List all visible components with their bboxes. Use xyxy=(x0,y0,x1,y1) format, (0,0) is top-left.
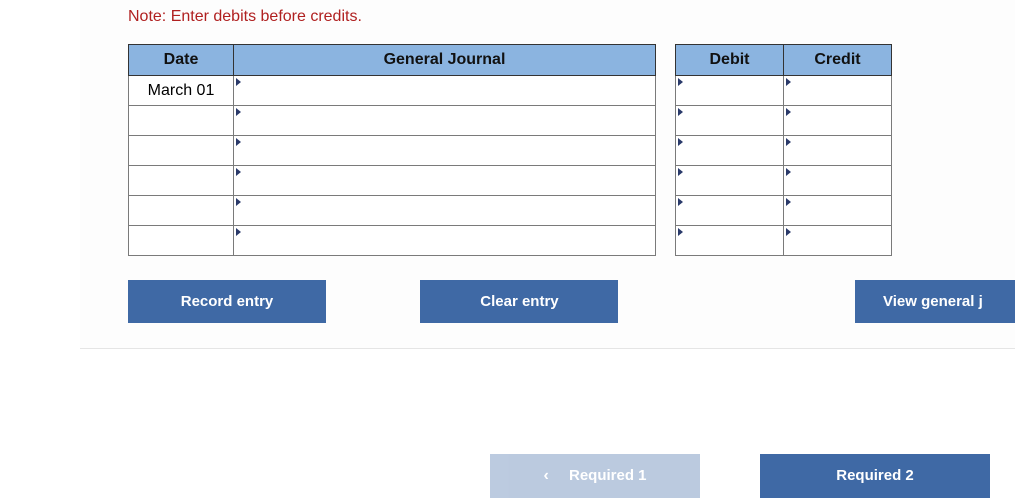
header-spacer xyxy=(656,45,676,76)
dropdown-indicator-icon xyxy=(236,198,241,206)
header-date: Date xyxy=(129,45,234,76)
credit-cell[interactable] xyxy=(784,76,892,106)
general-journal-cell[interactable] xyxy=(234,196,656,226)
date-cell[interactable] xyxy=(129,226,234,256)
journal-table: Date General Journal Debit Credit March … xyxy=(128,44,892,256)
dropdown-indicator-icon xyxy=(786,228,791,236)
dropdown-indicator-icon xyxy=(786,168,791,176)
table-header-row: Date General Journal Debit Credit xyxy=(129,45,892,76)
dropdown-indicator-icon xyxy=(786,138,791,146)
required-1-button[interactable]: ‹ Required 1 xyxy=(490,454,700,498)
dropdown-indicator-icon xyxy=(786,78,791,86)
spacer-cell xyxy=(656,106,676,136)
debit-cell[interactable] xyxy=(676,136,784,166)
debit-cell[interactable] xyxy=(676,106,784,136)
dropdown-indicator-icon xyxy=(236,168,241,176)
date-cell[interactable] xyxy=(129,136,234,166)
dropdown-indicator-icon xyxy=(678,198,683,206)
table-row xyxy=(129,226,892,256)
date-cell[interactable]: March 01 xyxy=(129,76,234,106)
dropdown-indicator-icon xyxy=(236,78,241,86)
dropdown-indicator-icon xyxy=(786,108,791,116)
nav-prev-label: Required 1 xyxy=(569,467,647,484)
header-journal: General Journal xyxy=(234,45,656,76)
debit-cell[interactable] xyxy=(676,76,784,106)
spacer-cell xyxy=(656,226,676,256)
table-row xyxy=(129,136,892,166)
dropdown-indicator-icon xyxy=(236,108,241,116)
buttons-row: Record entry Clear entry View general j xyxy=(90,256,1005,323)
record-entry-button[interactable]: Record entry xyxy=(128,280,326,323)
credit-cell[interactable] xyxy=(784,196,892,226)
credit-cell[interactable] xyxy=(784,166,892,196)
table-row: March 01 xyxy=(129,76,892,106)
required-2-button[interactable]: Required 2 xyxy=(760,454,990,498)
credit-cell[interactable] xyxy=(784,106,892,136)
general-journal-cell[interactable] xyxy=(234,106,656,136)
credit-cell[interactable] xyxy=(784,226,892,256)
date-cell[interactable] xyxy=(129,196,234,226)
table-row xyxy=(129,196,892,226)
general-journal-cell[interactable] xyxy=(234,136,656,166)
nav-row: ‹ Required 1 Required 2 xyxy=(0,450,1015,502)
clear-entry-button[interactable]: Clear entry xyxy=(420,280,618,323)
general-journal-cell[interactable] xyxy=(234,226,656,256)
dropdown-indicator-icon xyxy=(236,138,241,146)
credit-cell[interactable] xyxy=(784,136,892,166)
spacer-cell xyxy=(656,76,676,106)
date-cell[interactable] xyxy=(129,106,234,136)
view-general-journal-button[interactable]: View general j xyxy=(855,280,1015,323)
debit-cell[interactable] xyxy=(676,226,784,256)
header-credit: Credit xyxy=(784,45,892,76)
general-journal-cell[interactable] xyxy=(234,166,656,196)
dropdown-indicator-icon xyxy=(786,198,791,206)
nav-next-label: Required 2 xyxy=(836,467,914,484)
header-debit: Debit xyxy=(676,45,784,76)
general-journal-cell[interactable] xyxy=(234,76,656,106)
dropdown-indicator-icon xyxy=(678,108,683,116)
note-text: Note: Enter debits before credits. xyxy=(90,0,1005,44)
spacer-cell xyxy=(656,196,676,226)
date-cell[interactable] xyxy=(129,166,234,196)
spacer-cell xyxy=(656,166,676,196)
journal-panel: Note: Enter debits before credits. Date … xyxy=(80,0,1015,349)
table-row xyxy=(129,106,892,136)
debit-cell[interactable] xyxy=(676,196,784,226)
dropdown-indicator-icon xyxy=(678,228,683,236)
dropdown-indicator-icon xyxy=(236,228,241,236)
dropdown-indicator-icon xyxy=(678,138,683,146)
dropdown-indicator-icon xyxy=(678,78,683,86)
dropdown-indicator-icon xyxy=(678,168,683,176)
table-row xyxy=(129,166,892,196)
debit-cell[interactable] xyxy=(676,166,784,196)
chevron-left-icon: ‹ xyxy=(543,454,548,498)
spacer-cell xyxy=(656,136,676,166)
